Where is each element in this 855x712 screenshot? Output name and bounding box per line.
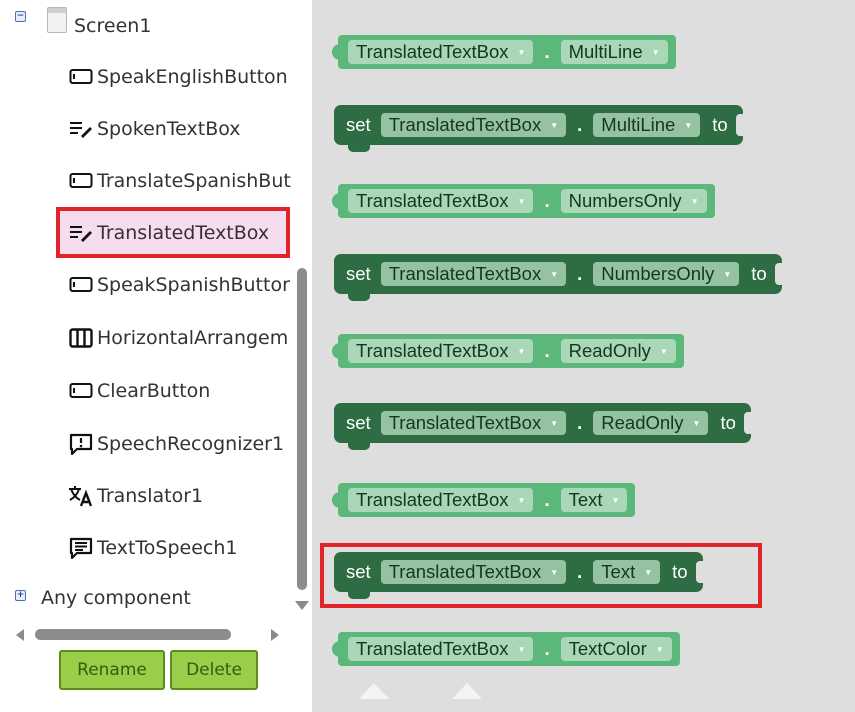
tree-item-label: TranslatedTextBox [97,222,270,244]
tree-item-speakspanishbutton[interactable]: SpeakSpanishButtor [68,274,290,296]
screen-icon [47,7,67,33]
tree-item-label: TextToSpeech1 [97,537,238,559]
value-socket[interactable] [774,263,782,285]
scroll-left-arrow-icon[interactable] [16,629,24,641]
getter-block[interactable]: TranslatedTextBox ▼ . NumbersOnly ▼ [332,184,715,218]
property-dropdown[interactable]: TextColor ▼ [560,637,672,661]
dropdown-arrow-icon: ▼ [692,418,701,428]
rename-button[interactable]: Rename [59,650,165,690]
component-dropdown[interactable]: TranslatedTextBox ▼ [348,189,534,213]
horizontal-arrangement-icon [68,327,94,349]
tree-item-translator1[interactable]: Translator1 [68,485,203,507]
scroll-right-arrow-icon[interactable] [271,629,279,641]
component-dropdown[interactable]: TranslatedTextBox ▼ [348,40,534,64]
delete-button[interactable]: Delete [170,650,258,690]
tree-item-texttospeech1[interactable]: TextToSpeech1 [68,537,238,559]
dropdown-arrow-icon: ▼ [517,196,526,206]
tree-item-clearbutton[interactable]: ClearButton [68,380,210,402]
component-dropdown[interactable]: TranslatedTextBox ▼ [348,339,534,363]
setter-block[interactable]: set TranslatedTextBox ▼ . NumbersOnly ▼ to [334,254,782,301]
component-dropdown[interactable]: TranslatedTextBox ▼ [348,488,534,512]
dropdown-arrow-icon: ▼ [684,120,693,130]
setter-block[interactable]: set TranslatedTextBox ▼ . MultiLine ▼ to [334,105,743,152]
dropdown-arrow-icon: ▼ [517,346,526,356]
property-dropdown[interactable]: ReadOnly ▼ [593,411,709,435]
button-icon [68,66,94,88]
tree-item-label: SpeechRecognizer1 [97,433,285,455]
tree-item-horizontalarrangement[interactable]: HorizontalArrangem [68,327,288,349]
value-socket[interactable] [743,412,751,434]
getter-block[interactable]: TranslatedTextBox ▼ . Text ▼ [331,483,636,517]
tree-item-any-component[interactable]: Any component [41,587,191,609]
button-icon [68,380,94,402]
property-dropdown[interactable]: NumbersOnly ▼ [560,189,707,213]
getter-block[interactable]: TranslatedTextBox ▼ . ReadOnly ▼ [332,334,684,368]
textbox-icon [68,222,94,244]
tree-item-label: HorizontalArrangem [97,327,289,349]
setter-block[interactable]: set TranslatedTextBox ▼ . ReadOnly ▼ to [334,403,751,450]
dropdown-arrow-icon: ▼ [550,269,559,279]
property-dropdown[interactable]: ReadOnly ▼ [560,339,676,363]
dropdown-arrow-icon: ▼ [517,47,526,57]
dropdown-arrow-icon: ▼ [659,346,668,356]
component-dropdown[interactable]: TranslatedTextBox ▼ [380,411,567,435]
dropdown-arrow-icon: ▼ [517,495,526,505]
button-icon [68,170,94,192]
component-dropdown[interactable]: TranslatedTextBox ▼ [380,113,567,137]
dropdown-arrow-icon: ▼ [550,120,559,130]
tree-item-label: Any component [41,587,191,609]
tree-item-label: SpeakSpanishButtor [97,274,290,296]
tree-item-spokentextbox[interactable]: SpokenTextBox [68,118,241,140]
component-dropdown[interactable]: TranslatedTextBox ▼ [380,262,567,286]
dropdown-arrow-icon: ▼ [690,196,699,206]
speech-recognizer-icon [68,433,94,455]
expand-any-component-toggle[interactable]: + [15,590,26,601]
textbox-icon [68,118,94,140]
getter-block[interactable]: TranslatedTextBox ▼ . TextColor ▼ [332,632,680,666]
next-block-hint-icon [452,683,482,699]
button-icon [68,274,94,296]
setter-highlight-box [320,543,762,608]
translator-icon [68,485,94,507]
collapse-screen-toggle[interactable]: − [15,11,26,22]
dropdown-arrow-icon: ▼ [611,495,620,505]
value-socket[interactable] [735,114,743,136]
set-keyword: set [346,263,371,284]
set-keyword: set [346,412,371,433]
next-block-hint-icon [359,683,389,699]
tree-item-speakenglishbutton[interactable]: SpeakEnglishButton [68,66,288,88]
to-keyword: to [751,263,767,284]
horizontal-scrollbar-thumb[interactable] [35,629,231,640]
tree-item-screen1[interactable]: Screen1 [74,15,151,37]
property-dropdown[interactable]: MultiLine ▼ [560,40,668,64]
dropdown-arrow-icon: ▼ [517,644,526,654]
tree-item-label: Screen1 [74,15,152,37]
dropdown-arrow-icon: ▼ [723,269,732,279]
tree-item-label: SpeakEnglishButton [97,66,288,88]
tree-item-translatedtextbox[interactable]: TranslatedTextBox [68,222,269,244]
dropdown-arrow-icon: ▼ [651,47,660,57]
scroll-down-arrow-icon[interactable] [295,601,309,610]
vertical-scrollbar-thumb[interactable] [297,268,307,590]
to-keyword: to [720,412,736,433]
dropdown-arrow-icon: ▼ [550,418,559,428]
text-to-speech-icon [68,537,94,559]
tree-item-translatespanishbutton[interactable]: TranslateSpanishBut [68,170,291,192]
dropdown-arrow-icon: ▼ [655,644,664,654]
property-dropdown[interactable]: NumbersOnly ▼ [593,262,740,286]
getter-block[interactable]: TranslatedTextBox ▼ . MultiLine ▼ [332,35,676,69]
tree-item-speechrecognizer1[interactable]: SpeechRecognizer1 [68,433,284,455]
tree-item-label: ClearButton [97,380,211,402]
set-keyword: set [346,114,371,135]
tree-item-label: TranslateSpanishBut [97,170,291,192]
tree-item-label: SpokenTextBox [97,118,241,140]
component-dropdown[interactable]: TranslatedTextBox ▼ [348,637,534,661]
components-tree-panel: − Screen1 SpeakEnglishButton SpokenTextB… [0,0,312,712]
property-dropdown[interactable]: Text ▼ [560,488,628,512]
tree-item-label: Translator1 [97,485,204,507]
property-dropdown[interactable]: MultiLine ▼ [593,113,701,137]
to-keyword: to [712,114,728,135]
